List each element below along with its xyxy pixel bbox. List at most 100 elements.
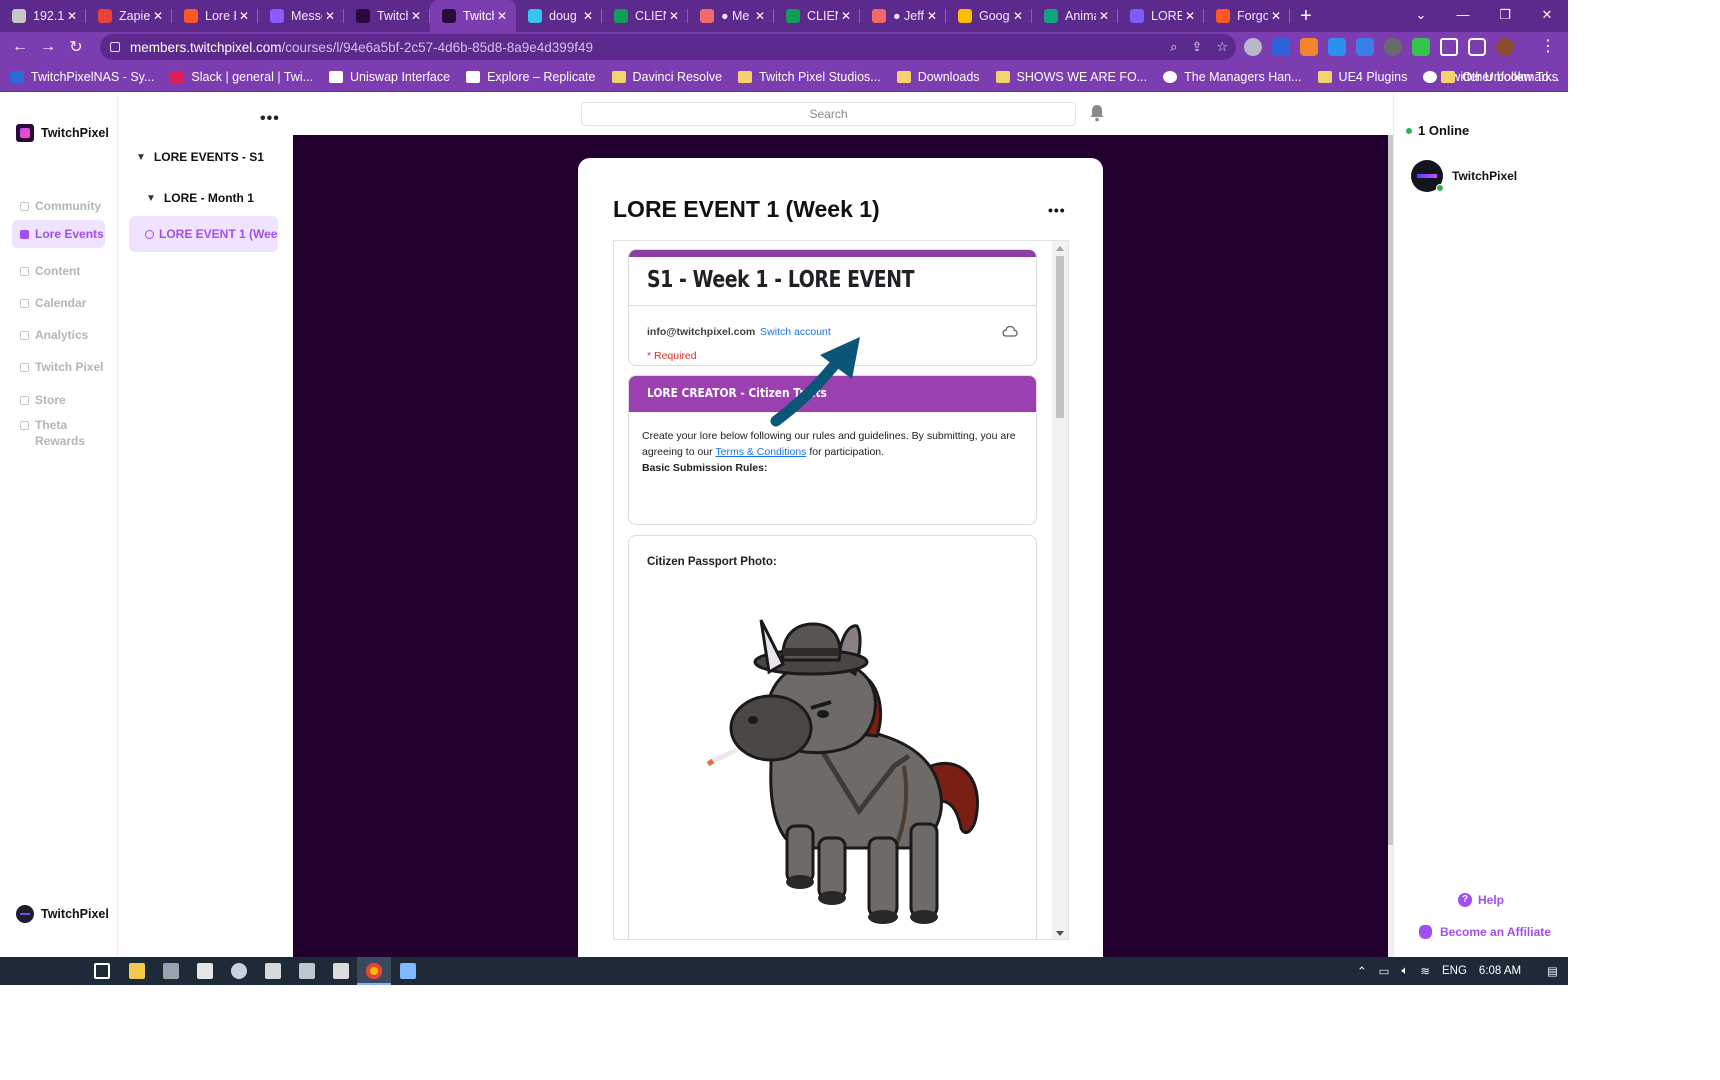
- chrome-menu-icon[interactable]: ⋮: [1540, 36, 1556, 56]
- close-tab-icon[interactable]: ✕: [666, 9, 682, 23]
- chrome-icon[interactable]: [366, 963, 382, 979]
- other-bookmarks[interactable]: Other bookmarks: [1441, 70, 1558, 84]
- scroll-down-icon[interactable]: [1056, 931, 1064, 936]
- browser-tab[interactable]: Lore E✕: [172, 0, 258, 32]
- sidebar-item-theta-rewards[interactable]: Theta Rewards: [12, 417, 105, 453]
- browser-tab[interactable]: CLIEN✕: [602, 0, 688, 32]
- share-icon[interactable]: ⇪: [1191, 39, 1202, 55]
- community-switcher[interactable]: TwitchPixel: [16, 905, 109, 923]
- bookmark-item[interactable]: Uniswap Interface: [329, 70, 450, 84]
- back-icon[interactable]: ←: [6, 38, 34, 56]
- close-tab-icon[interactable]: ✕: [236, 9, 252, 23]
- close-tab-icon[interactable]: ✕: [1268, 9, 1284, 23]
- sidebar-item-twitch-pixel[interactable]: Twitch Pixel: [12, 353, 105, 381]
- close-tab-icon[interactable]: ✕: [752, 9, 768, 23]
- sidebar-item-community[interactable]: Community: [12, 192, 105, 220]
- clock[interactable]: 6:08 AM: [1479, 965, 1521, 977]
- bookmark-item[interactable]: Twitch Pixel Studios...: [738, 70, 881, 84]
- sidebar-item-store[interactable]: Store: [12, 386, 105, 414]
- zoom-icon[interactable]: ⌕: [1170, 39, 1177, 55]
- shield-extension-icon[interactable]: [1356, 38, 1374, 56]
- s-extension-icon[interactable]: [1328, 38, 1346, 56]
- notepad-icon[interactable]: [400, 963, 416, 979]
- apps-grid-icon[interactable]: [197, 963, 213, 979]
- close-tab-icon[interactable]: ✕: [924, 9, 940, 23]
- close-tab-icon[interactable]: ✕: [150, 9, 166, 23]
- browser-tab[interactable]: Forgo ✕: [1204, 0, 1290, 32]
- doc-extension-icon[interactable]: [1272, 38, 1290, 56]
- profile-avatar[interactable]: [1496, 38, 1514, 56]
- browser-tab[interactable]: doug ✕: [516, 0, 602, 32]
- volume-icon[interactable]: 🔈︎: [1401, 965, 1408, 978]
- sidebar-item-calendar[interactable]: Calendar: [12, 289, 105, 317]
- browser-tab[interactable]: Messe✕: [258, 0, 344, 32]
- more-extension-icon[interactable]: [1384, 38, 1402, 56]
- sidebar-item-content[interactable]: Content: [12, 257, 105, 285]
- notifications-icon[interactable]: ▤: [1547, 964, 1558, 978]
- browser-tab[interactable]: LORE ✕: [1118, 0, 1204, 32]
- form-scrollbar-thumb[interactable]: [1056, 256, 1064, 418]
- sidebar-item-analytics[interactable]: Analytics: [12, 321, 105, 349]
- browser-tab[interactable]: Twitch✕: [430, 0, 516, 32]
- close-window-button[interactable]: ✕: [1526, 0, 1568, 32]
- form-scrollbar[interactable]: [1052, 241, 1068, 939]
- outline-section[interactable]: ▼ LORE EVENTS - S1: [136, 150, 264, 164]
- outline-menu-icon[interactable]: •••: [260, 110, 280, 128]
- close-tab-icon[interactable]: ✕: [1010, 9, 1026, 23]
- task-view-icon[interactable]: [94, 963, 110, 979]
- bell-icon[interactable]: [1089, 104, 1105, 122]
- game-controller-icon[interactable]: [333, 963, 349, 979]
- browser-tab[interactable]: 192.168✕: [0, 0, 86, 32]
- side-panel-icon[interactable]: [1468, 38, 1486, 56]
- browser-tab[interactable]: Twitch✕: [344, 0, 430, 32]
- new-tab-button[interactable]: +: [1290, 5, 1322, 28]
- lesson-menu-icon[interactable]: •••: [1048, 202, 1066, 218]
- search-input[interactable]: Search: [581, 102, 1076, 126]
- help-link[interactable]: ? Help: [1458, 893, 1504, 907]
- scroll-up-icon[interactable]: [1056, 246, 1064, 251]
- wifi-icon[interactable]: ≋: [1420, 964, 1430, 978]
- close-tab-icon[interactable]: ✕: [64, 9, 80, 23]
- extensions-puzzle-icon[interactable]: [1440, 38, 1458, 56]
- close-tab-icon[interactable]: ✕: [580, 9, 596, 23]
- bookmark-item[interactable]: UE4 Plugins: [1317, 70, 1407, 84]
- adblock-icon[interactable]: [1244, 38, 1262, 56]
- member-item[interactable]: TwitchPixel: [1411, 160, 1517, 192]
- chart-app-icon[interactable]: [299, 963, 315, 979]
- metamask-icon[interactable]: [1300, 38, 1318, 56]
- restore-button[interactable]: ❐: [1484, 0, 1526, 32]
- browser-tab[interactable]: Anima✕: [1032, 0, 1118, 32]
- browser-tab[interactable]: Zapier✕: [86, 0, 172, 32]
- outline-lesson-active[interactable]: LORE EVENT 1 (Wee...: [129, 216, 278, 252]
- close-tab-icon[interactable]: ✕: [1182, 9, 1198, 23]
- k-extension-icon[interactable]: [1412, 38, 1430, 56]
- browser-tab[interactable]: ● Jeff ✕: [860, 0, 946, 32]
- bookmark-item[interactable]: Davinci Resolve: [611, 70, 722, 84]
- minimize-button[interactable]: —: [1442, 0, 1484, 32]
- terms-link[interactable]: Terms & Conditions: [715, 446, 806, 458]
- bookmark-item[interactable]: The Managers Han...: [1163, 70, 1302, 84]
- bookmark-item[interactable]: Downloads: [896, 70, 980, 84]
- sidebar-item-lore-events[interactable]: Lore Events: [12, 220, 105, 248]
- bookmark-item[interactable]: Slack | general | Twi...: [170, 70, 313, 84]
- brand[interactable]: TwitchPixel: [16, 124, 109, 142]
- bookmark-item[interactable]: SHOWS WE ARE FO...: [995, 70, 1147, 84]
- close-tab-icon[interactable]: ✕: [1096, 9, 1112, 23]
- outline-subsection[interactable]: ▼ LORE - Month 1: [146, 191, 254, 205]
- browser-tab[interactable]: ● Me ✕: [688, 0, 774, 32]
- close-tab-icon[interactable]: ✕: [322, 9, 338, 23]
- close-tab-icon[interactable]: ✕: [408, 9, 424, 23]
- bookmark-item[interactable]: TwitchPixelNAS - Sy...: [10, 70, 154, 84]
- address-bar[interactable]: members.twitchpixel.com/courses/l/94e6a5…: [100, 34, 1236, 60]
- reload-icon[interactable]: ↻: [62, 37, 90, 57]
- calculator-icon[interactable]: [163, 963, 179, 979]
- bookmark-star-icon[interactable]: ☆: [1216, 39, 1228, 55]
- forward-icon[interactable]: →: [34, 38, 62, 56]
- become-affiliate-link[interactable]: Become an Affiliate: [1419, 925, 1551, 939]
- chevron-up-icon[interactable]: ⌃: [1357, 964, 1367, 978]
- browser-tab[interactable]: Googl ✕: [946, 0, 1032, 32]
- close-tab-icon[interactable]: ✕: [494, 9, 510, 23]
- browser-tab[interactable]: CLIEN✕: [774, 0, 860, 32]
- tab-search-icon[interactable]: ⌄: [1400, 0, 1442, 32]
- language-indicator[interactable]: ENG: [1442, 965, 1467, 977]
